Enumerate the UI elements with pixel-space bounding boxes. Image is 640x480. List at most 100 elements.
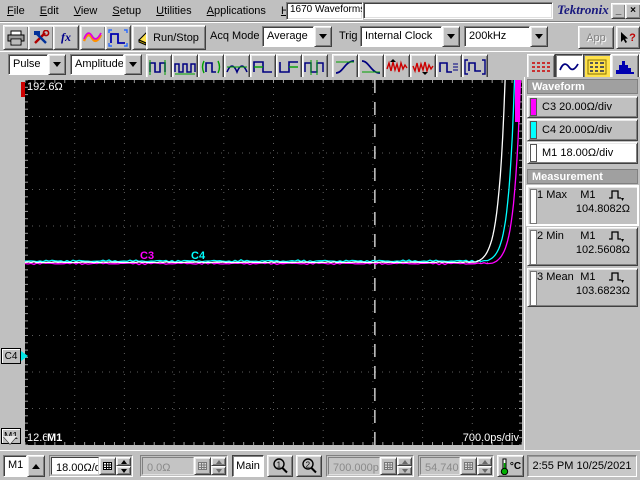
spin-down-button[interactable] xyxy=(211,466,226,475)
menu-file[interactable]: File xyxy=(0,2,33,20)
measure-duty-cycle-button[interactable] xyxy=(302,54,328,78)
fx-icon: fx xyxy=(61,30,71,44)
pulse-select-button[interactable] xyxy=(105,25,131,50)
horizontal-position-field[interactable]: 54.740ns xyxy=(420,457,460,475)
horizontal-scale-field[interactable]: 700.000ps xyxy=(328,457,380,475)
trig-source-value: Internal Clock xyxy=(360,26,442,47)
horizontal-position-control: 54.740ns xyxy=(418,455,494,477)
chevron-up-icon[interactable] xyxy=(27,455,45,477)
histogram-display-button[interactable] xyxy=(611,54,639,78)
window-title: 1670 Waveforms xyxy=(286,2,363,20)
spin-up-button[interactable] xyxy=(211,457,226,466)
menu-edit[interactable]: Edit xyxy=(33,2,67,20)
waveform-button-m1[interactable]: M1 18.00Ω/div xyxy=(527,142,638,164)
app-button[interactable]: App xyxy=(578,26,614,49)
measurement-number: 3 xyxy=(537,271,544,283)
measure-group-select[interactable]: Amplitude xyxy=(70,54,142,75)
temperature-button[interactable]: °C xyxy=(497,455,524,477)
measure-neg-width-button[interactable] xyxy=(276,54,302,78)
measure-max-button[interactable] xyxy=(384,54,410,78)
run-stop-button[interactable]: Run/Stop xyxy=(146,25,206,50)
keypad-icon[interactable] xyxy=(460,457,477,475)
acq-mode-select[interactable]: Average xyxy=(262,26,332,47)
vertical-scale-field[interactable]: 18.00Ω/di xyxy=(51,457,99,475)
c3-trace xyxy=(25,80,522,266)
measurement-item-min[interactable]: 2 Min M1 102.5608Ω xyxy=(527,227,638,266)
m1-trace-marker[interactable]: M1 xyxy=(47,432,62,444)
waveform-button-c3[interactable]: C3 20.00Ω/div xyxy=(527,96,638,118)
print-button[interactable] xyxy=(3,25,29,50)
measurement-source: M1 xyxy=(580,230,596,242)
oscilloscope-app-window: File Edit View Setup Utilities Applicati… xyxy=(0,0,640,480)
waveform-display-button[interactable] xyxy=(555,54,583,78)
close-button[interactable]: × xyxy=(625,3,640,19)
measure-pos-width-button[interactable] xyxy=(250,54,276,78)
help-pointer-button[interactable]: ? xyxy=(616,26,640,49)
measurement-toolbar: Pulse Amplitude xyxy=(0,51,640,79)
measure-burst-width-button[interactable] xyxy=(462,54,488,78)
main-timebase-button[interactable]: Main xyxy=(232,455,264,477)
chevron-down-icon[interactable] xyxy=(48,54,66,75)
define-math-button[interactable]: fx xyxy=(53,25,79,50)
trig-source-select[interactable]: Internal Clock xyxy=(360,26,460,47)
menu-view[interactable]: View xyxy=(67,2,106,20)
c4-trace-label[interactable]: C4 xyxy=(191,250,205,262)
chevron-down-icon[interactable] xyxy=(124,54,142,75)
menu-applications[interactable]: Applications xyxy=(200,2,274,20)
m1-color-swatch xyxy=(530,144,537,162)
measure-gated-button[interactable] xyxy=(198,54,224,78)
measure-min-button[interactable] xyxy=(410,54,436,78)
readout-display-button[interactable] xyxy=(583,54,611,78)
menu-setup[interactable]: Setup xyxy=(105,2,149,20)
keypad-icon[interactable] xyxy=(99,457,116,475)
spin-down-button[interactable] xyxy=(397,466,412,475)
trig-rate-select[interactable]: 200kHz xyxy=(464,26,548,47)
menu-utilities[interactable]: Utilities xyxy=(149,2,199,20)
vertical-offset-field[interactable]: 0.0Ω xyxy=(142,457,194,475)
keypad-icon[interactable] xyxy=(194,457,211,475)
setup-tools-button[interactable] xyxy=(28,25,54,50)
chevron-down-icon[interactable] xyxy=(530,26,548,47)
trig-rate-value: 200kHz xyxy=(464,26,530,47)
zoom-1-button[interactable]: 1 xyxy=(267,455,293,477)
spin-up-button[interactable] xyxy=(477,457,492,466)
measure-period-button[interactable] xyxy=(146,54,172,78)
measurement-item-max[interactable]: 1 Max M1 104.8082Ω xyxy=(527,186,638,225)
triangle-right-icon xyxy=(21,351,28,361)
histogram-display-icon xyxy=(616,60,634,74)
measurement-panel-header: Measurement xyxy=(527,169,638,184)
keypad-icon[interactable] xyxy=(380,457,397,475)
vertical-offset-control: 0.0Ω xyxy=(140,455,228,477)
measure-gain-button[interactable] xyxy=(436,54,462,78)
spin-up-button[interactable] xyxy=(116,457,131,466)
measure-rise-time-button[interactable] xyxy=(332,54,358,78)
waveform-database-button[interactable] xyxy=(80,25,106,50)
spin-down-button[interactable] xyxy=(477,466,492,475)
period-icon xyxy=(149,59,166,75)
minimize-button[interactable]: _ xyxy=(611,3,626,19)
measure-mid-cross-button[interactable] xyxy=(224,54,250,78)
svg-text:2: 2 xyxy=(306,461,311,470)
chevron-down-icon[interactable] xyxy=(314,26,332,47)
measure-group-value: Amplitude xyxy=(70,54,124,75)
measure-frequency-button[interactable] xyxy=(172,54,198,78)
waveform-button-c4[interactable]: C4 20.00Ω/div xyxy=(527,119,638,141)
cursors-button[interactable] xyxy=(527,54,555,78)
spin-up-button[interactable] xyxy=(397,457,412,466)
chevron-down-icon[interactable] xyxy=(442,26,460,47)
measurement-value: 103.6823Ω xyxy=(575,285,630,297)
measure-fall-time-button[interactable] xyxy=(358,54,384,78)
measure-category-select[interactable]: Pulse xyxy=(8,54,66,75)
datetime-display: 2:55 PM 10/25/2021 xyxy=(527,455,637,477)
c3-trace-label[interactable]: C3 xyxy=(140,250,154,262)
question-icon: ? xyxy=(629,31,636,44)
trace-selector[interactable]: M1 xyxy=(3,455,45,477)
spin-down-button[interactable] xyxy=(116,466,131,475)
measurement-item-mean[interactable]: 3 Mean M1 103.6823Ω xyxy=(527,268,638,307)
measure-category-value: Pulse xyxy=(8,54,48,75)
thermometer-icon xyxy=(500,458,509,475)
zoom-2-button[interactable]: 2 xyxy=(296,455,322,477)
gated-measure-icon xyxy=(201,60,221,73)
c4-trace-handle[interactable]: C4 xyxy=(1,348,28,364)
frequency-icon xyxy=(174,62,196,74)
